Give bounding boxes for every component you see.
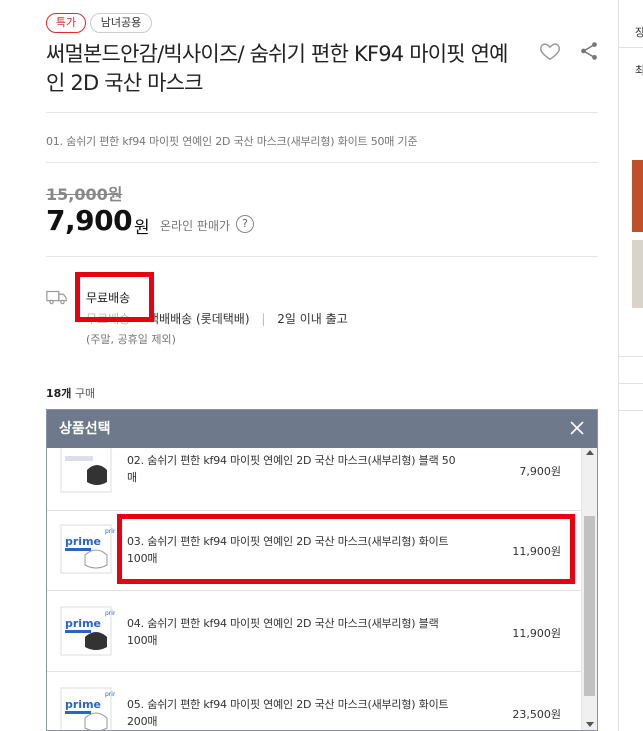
truck-icon [46, 290, 67, 305]
option-name: 03. 숨쉬기 편한 kf94 마이핏 연예인 2D 국산 마스크(새부리형) … [127, 535, 449, 565]
thumb-prime-label: prime [105, 691, 115, 698]
sidebar-label-sub: 최 [635, 64, 643, 77]
shipping-eta: 2일 이내 출고 [277, 312, 348, 326]
thumb-brand-label: prime [65, 698, 101, 711]
option-name: 05. 숨쉬기 편한 kf94 마이핏 연예인 2D 국산 마스크(새부리형) … [127, 698, 449, 728]
option-list: 02. 숨쉬기 편한 kf94 마이핏 연예인 2D 국산 마스크(새부리형) … [47, 448, 581, 730]
right-sidebar: 장 최 [618, 0, 643, 731]
option-price: 7,900원 [519, 465, 561, 478]
wishlist-heart-icon[interactable] [539, 40, 561, 62]
sidebar-thumbnail-2[interactable] [632, 240, 643, 308]
product-thumbnail: prime prime [60, 687, 115, 730]
close-icon[interactable] [569, 420, 585, 436]
purchase-count: 18개 구매 [46, 385, 95, 401]
scroll-thumb[interactable] [584, 516, 595, 696]
special-deal-badge: 특가 [46, 13, 86, 33]
option-price: 11,900원 [512, 627, 561, 640]
shipping-note: (주말, 공휴일 제외) [86, 333, 176, 346]
sidebar-divider-4 [618, 410, 643, 411]
sidebar-thumbnail-1[interactable] [632, 160, 643, 232]
price-divider [46, 162, 598, 163]
thumb-brand-label: prime [65, 535, 101, 548]
option-selector-panel: 상품선택 02. 숨쉬기 편한 kf94 마이핏 연예인 2D 국산 마스크(새… [46, 409, 598, 731]
online-price-label: 온라인 판매가 [160, 219, 231, 233]
free-shipping-label: 무료배송 [86, 291, 131, 305]
purchase-count-suffix: 구매 [74, 387, 96, 400]
option-list-scrollbar[interactable] [581, 448, 597, 730]
sidebar-divider-2 [618, 356, 643, 357]
option-price: 23,500원 [512, 708, 561, 721]
option-subtitle: 01. 숨쉬기 편한 kf94 마이핏 연예인 2D 국산 마스크(새부리형) … [46, 135, 418, 148]
shipping-details: 무료배송 택배배송 (롯데택배) | 2일 이내 출고 [86, 310, 348, 327]
share-icon[interactable] [578, 40, 600, 62]
shipping-method: 택배배송 (롯데택배) [148, 312, 250, 326]
option-name: 02. 숨쉬기 편한 kf94 마이핏 연예인 2D 국산 마스크(새부리형) … [127, 454, 456, 484]
product-thumbnail [60, 448, 112, 493]
scroll-down-icon[interactable] [586, 722, 594, 727]
title-divider [46, 112, 598, 113]
product-title: 써멀본드안감/빅사이즈/ 숨쉬기 편한 KF94 마이핏 연예인 2D 국산 마… [46, 42, 509, 95]
help-icon[interactable]: ? [236, 215, 254, 233]
scroll-up-icon[interactable] [586, 450, 594, 455]
sidebar-label-top: 장 [635, 26, 643, 39]
option-selector-header: 상품선택 [47, 410, 597, 448]
product-thumbnail: prime prime [60, 524, 115, 574]
sidebar-divider-3 [618, 383, 643, 384]
thumb-brand-label: prime [65, 617, 101, 630]
purchase-count-value: 18개 [46, 387, 72, 400]
option-selector-title: 상품선택 [59, 421, 111, 437]
option-item-03[interactable]: prime prime 03. 숨쉬기 편한 kf94 마이핏 연예인 2D 국… [47, 511, 581, 591]
option-price: 11,900원 [512, 545, 561, 558]
option-item-02[interactable]: 02. 숨쉬기 편한 kf94 마이핏 연예인 2D 국산 마스크(새부리형) … [47, 448, 581, 511]
thumb-prime-label: prime [105, 610, 115, 617]
product-thumbnail: prime prime [60, 606, 115, 656]
shipping-ghost-text: 무료배송 [86, 312, 131, 326]
option-item-05[interactable]: prime prime 05. 숨쉬기 편한 kf94 마이핏 연예인 2D 국… [47, 672, 581, 730]
option-name: 04. 숨쉬기 편한 kf94 마이핏 연예인 2D 국산 마스크(새부리형) … [127, 617, 439, 647]
sale-price: 7,900 [46, 204, 133, 237]
price-unit: 원 [134, 218, 150, 238]
thumb-prime-label: prime [105, 528, 115, 535]
shipping-divider [46, 256, 598, 257]
shipping-separator: | [261, 312, 266, 326]
sidebar-divider [618, 47, 643, 48]
unisex-badge: 남녀공용 [90, 13, 152, 33]
option-item-04[interactable]: prime prime 04. 숨쉬기 편한 kf94 마이핏 연예인 2D 국… [47, 591, 581, 672]
original-price: 15,000원 [46, 185, 123, 204]
